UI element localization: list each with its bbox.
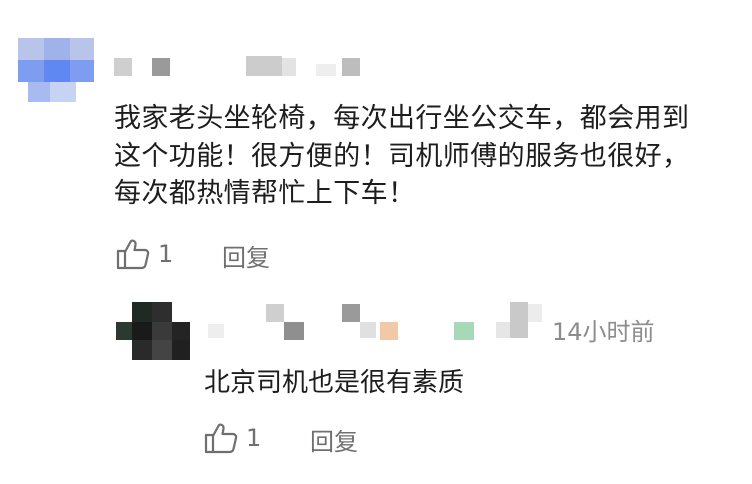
reply-button[interactable]: 回复: [310, 422, 358, 457]
like-count: 1: [246, 424, 262, 452]
thumbs-up-icon: [204, 422, 238, 454]
reply-button[interactable]: 回复: [222, 238, 270, 273]
reply-text: 北京司机也是很有素质: [204, 368, 465, 398]
comment-text: 我家老头坐轮椅，每次出行坐公交车，都会用到这个功能！很方便的！司机师傅的服务也很…: [114, 103, 690, 209]
like-count: 1: [158, 240, 174, 268]
thumbs-up-icon: [116, 238, 150, 270]
like-button[interactable]: 1: [204, 422, 261, 454]
timestamp: 14小时前: [552, 318, 655, 346]
like-button[interactable]: 1: [116, 238, 173, 270]
